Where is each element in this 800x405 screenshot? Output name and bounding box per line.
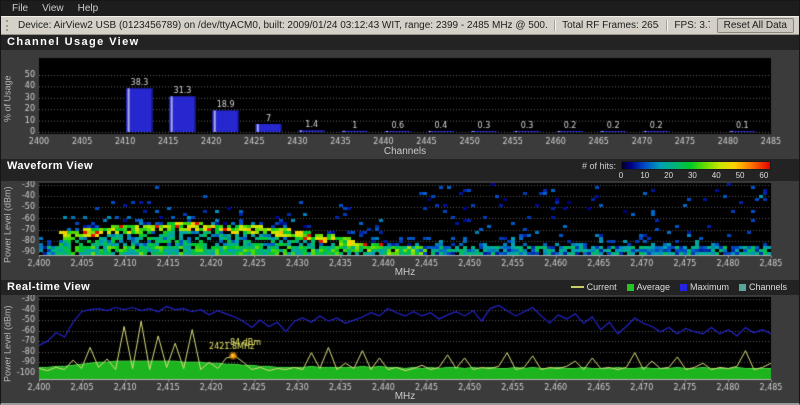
menu-file[interactable]: File — [5, 3, 35, 14]
statusbar-divider — [666, 20, 667, 31]
current-line-swatch-icon — [571, 286, 584, 288]
legend-label: Average — [637, 282, 670, 292]
hits-tick-label: 40 — [712, 171, 721, 180]
statusbar-divider — [554, 20, 555, 31]
usage-x-axis-label: Channels — [39, 146, 771, 159]
fps-text: FPS: 3.7 — [674, 20, 709, 31]
hits-color-scale: 0 10 20 30 40 50 60 — [621, 161, 771, 180]
total-rf-frames-text: Total RF Frames: 26545 — [562, 20, 659, 31]
hits-tick-label: 30 — [688, 171, 697, 180]
device-info-text: Device: AirView2 USB (0123456789) on /de… — [18, 20, 547, 31]
legend-item-current: Current — [571, 282, 617, 292]
menu-view[interactable]: View — [35, 3, 71, 14]
realtime-section: Real-time View Current Average Maximum C… — [1, 280, 799, 404]
menu-help[interactable]: Help — [71, 3, 106, 14]
hits-tick-label: 20 — [664, 171, 673, 180]
maximum-swatch-icon — [680, 284, 687, 291]
legend-label: Maximum — [690, 282, 729, 292]
channel-usage-header: Channel Usage View — [1, 35, 799, 50]
hits-tick-label: 50 — [736, 171, 745, 180]
hits-tick-label: 10 — [640, 171, 649, 180]
waveform-canvas — [1, 181, 795, 267]
hits-legend: # of hits: 0 10 20 30 40 50 60 — [582, 160, 771, 180]
legend-item-channels: Channels — [739, 282, 787, 292]
hits-tick-label: 60 — [759, 171, 768, 180]
legend-item-average: Average — [627, 282, 670, 292]
channel-usage-section: Channel Usage View % of Usage Channels — [1, 35, 799, 159]
legend-label: Channels — [749, 282, 787, 292]
legend-item-maximum: Maximum — [680, 282, 729, 292]
waveform-x-axis-label: MHz — [39, 267, 771, 280]
legend-label: Current — [587, 282, 617, 292]
realtime-canvas[interactable] — [1, 295, 795, 391]
channel-usage-canvas — [1, 50, 795, 146]
realtime-x-axis-label: MHz — [39, 391, 771, 404]
status-bar: Device: AirView2 USB (0123456789) on /de… — [1, 16, 799, 35]
channel-usage-plot-wrap: % of Usage Channels — [1, 50, 799, 159]
realtime-header: Real-time View Current Average Maximum C… — [1, 280, 799, 295]
waveform-section: Waveform View # of hits: 0 10 20 30 40 50 60 P… — [1, 159, 799, 280]
waveform-plot-wrap: Power Level (dBm) MHz — [1, 181, 799, 280]
realtime-plot-wrap: Power Level (dBm) MHz — [1, 295, 799, 404]
channel-usage-title: Channel Usage View — [7, 36, 140, 48]
hits-gradient-bar — [621, 161, 771, 170]
airview-window: File View Help Device: AirView2 USB (012… — [0, 0, 800, 405]
hits-scale-ticks: 0 10 20 30 40 50 60 — [621, 170, 771, 180]
realtime-legend: Current Average Maximum Channels — [571, 281, 787, 292]
waveform-header: Waveform View # of hits: 0 10 20 30 40 50 60 — [1, 159, 799, 181]
realtime-title: Real-time View — [7, 281, 90, 293]
menu-bar: File View Help — [1, 1, 799, 16]
average-swatch-icon — [627, 284, 634, 291]
hits-label: # of hits: — [582, 161, 616, 171]
hits-tick-label: 0 — [619, 171, 623, 180]
channels-swatch-icon — [739, 284, 746, 291]
waveform-title: Waveform View — [7, 160, 93, 172]
reset-all-data-button[interactable]: Reset All Data — [717, 18, 794, 33]
statusbar-grip-icon — [6, 20, 11, 31]
